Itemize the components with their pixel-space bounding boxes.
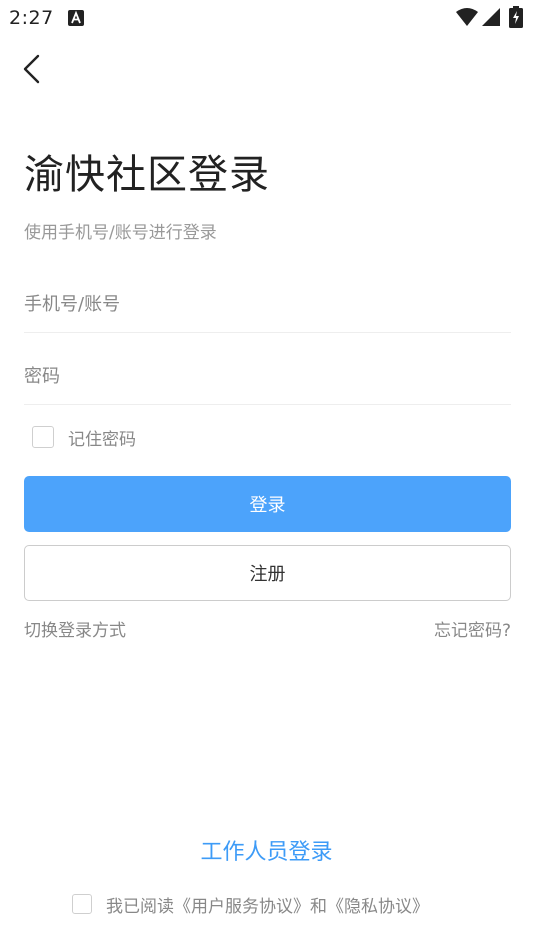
login-screen: 2:27 渝快社区登录 使用手机号/账号进行登录 记住密码 [0, 0, 533, 949]
remember-password-row[interactable]: 记住密码 [32, 424, 136, 450]
agreement-row[interactable]: 我已阅读《用户服务协议》和《隐私协议》 [72, 891, 429, 917]
page-subtitle: 使用手机号/账号进行登录 [24, 223, 217, 243]
password-field-wrapper [24, 349, 511, 405]
agreement-text: 我已阅读《用户服务协议》和《隐私协议》 [106, 896, 429, 917]
wifi-icon [456, 8, 478, 26]
a-notification-icon [68, 10, 84, 26]
login-button[interactable]: 登录 [24, 476, 511, 532]
switch-login-method-link[interactable]: 切换登录方式 [24, 616, 126, 641]
register-button[interactable]: 注册 [24, 545, 511, 601]
account-input[interactable] [24, 277, 511, 332]
signal-icon [482, 8, 500, 26]
forgot-password-link[interactable]: 忘记密码? [434, 616, 511, 641]
password-input[interactable] [24, 349, 511, 404]
remember-password-label: 记住密码 [68, 429, 136, 450]
agreement-checkbox[interactable] [72, 894, 92, 914]
status-time: 2:27 [9, 7, 54, 29]
remember-password-checkbox[interactable] [32, 426, 54, 448]
page-title: 渝快社区登录 [24, 152, 270, 198]
back-chevron-icon[interactable] [16, 52, 50, 86]
staff-login-link[interactable]: 工作人员登录 [0, 834, 533, 866]
account-field-wrapper [24, 277, 511, 333]
battery-charging-icon [509, 6, 523, 28]
status-bar: 2:27 [0, 0, 533, 36]
